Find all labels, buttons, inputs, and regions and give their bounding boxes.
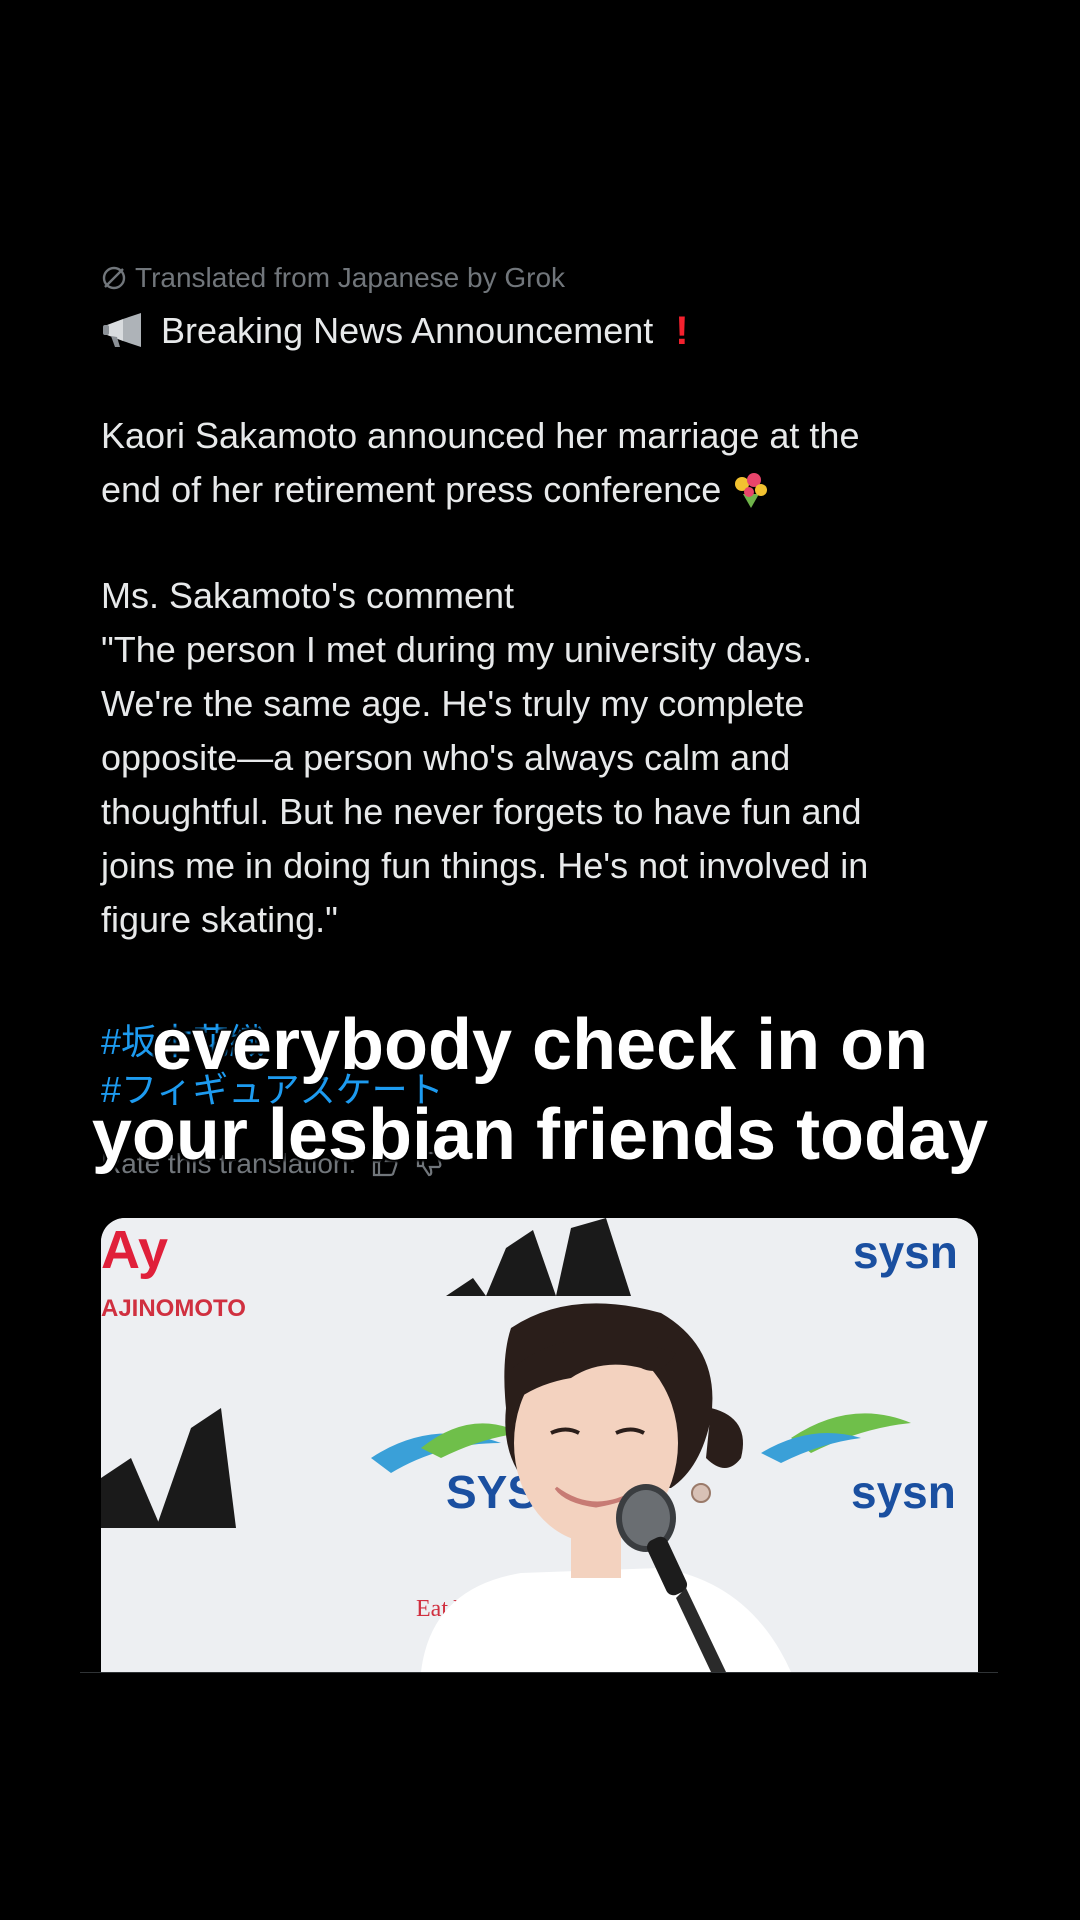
- exclamation-icon: !: [675, 309, 689, 353]
- sysmex-logo-top: sysn: [853, 1226, 958, 1278]
- translation-label: Translated from Japanese by Grok: [135, 262, 566, 293]
- divider: [80, 1672, 998, 1673]
- comment-label: Ms. Sakamoto's comment: [101, 575, 514, 616]
- translation-notice: Translated from Japanese by Grok: [101, 255, 981, 301]
- megaphone-icon: [103, 313, 141, 347]
- press-conference-photo[interactable]: Ay AJINOMOTO sysn SYS sysn Eat Well: [101, 1218, 978, 1672]
- ajinomoto-logo-mark: Ay: [101, 1220, 168, 1280]
- ajinomoto-logo-text: AJINOMOTO: [101, 1295, 246, 1322]
- video-caption-overlay: everybody check in on your lesbian frien…: [40, 1000, 1040, 1180]
- translate-icon: [102, 266, 126, 290]
- headline: Breaking News Announcement !: [101, 305, 981, 357]
- announcement-paragraph: Kaori Sakamoto announced her marriage at…: [101, 409, 981, 517]
- sysmex-logo-right: sysn: [851, 1466, 956, 1518]
- bouquet-icon: [735, 473, 768, 508]
- headline-text: Breaking News Announcement: [161, 310, 654, 351]
- caption-line-2: your lesbian friends today: [91, 1095, 989, 1175]
- tweet-body: Translated from Japanese by Grok Breakin…: [101, 255, 981, 947]
- comment-quote: "The person I met during my university d…: [101, 629, 869, 940]
- caption-line-1: everybody check in on: [151, 1005, 929, 1085]
- comment-block: Ms. Sakamoto's comment "The person I met…: [101, 569, 981, 947]
- photo-illustration: Ay AJINOMOTO sysn SYS sysn Eat Well: [101, 1218, 978, 1672]
